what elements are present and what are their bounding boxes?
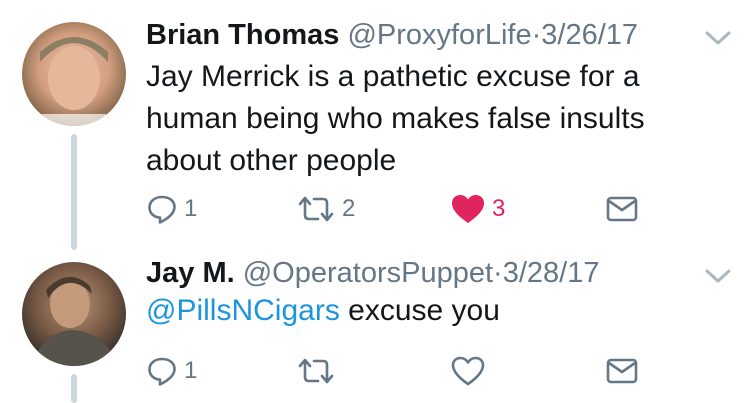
retweet-button[interactable] — [296, 354, 336, 388]
tweet-text-body: excuse you — [339, 294, 500, 327]
chevron-down-icon[interactable] — [704, 266, 732, 286]
message-button[interactable] — [606, 354, 638, 388]
thread-line — [71, 134, 77, 250]
thread-line — [71, 374, 77, 403]
reply-count: 1 — [184, 195, 198, 222]
heart-icon — [452, 195, 484, 223]
username[interactable]: @OperatorsPuppet — [243, 257, 493, 289]
tweet-text: @PillsNCigars excuse you — [146, 290, 726, 332]
reply-count: 1 — [184, 357, 198, 384]
username[interactable]: @ProxyforLife — [347, 19, 531, 51]
chevron-down-icon[interactable] — [704, 28, 732, 48]
envelope-icon — [606, 358, 638, 384]
display-name[interactable]: Brian Thomas — [146, 19, 339, 51]
message-button[interactable] — [606, 192, 638, 226]
avatar[interactable] — [22, 22, 126, 126]
display-name[interactable]: Jay M. — [146, 257, 235, 289]
like-button[interactable] — [450, 354, 486, 388]
tweet-header: Jay M. @OperatorsPuppet·3/28/17 — [146, 256, 599, 290]
retweet-count: 2 — [342, 195, 356, 222]
avatar-image — [40, 37, 108, 126]
tweet-date[interactable]: 3/26/17 — [541, 19, 638, 51]
separator-dot: · — [493, 257, 503, 289]
like-count: 3 — [492, 195, 506, 222]
tweet[interactable]: Brian Thomas @ProxyforLife·3/26/17 Jay M… — [0, 0, 750, 250]
reply-icon — [148, 195, 176, 224]
reply-button[interactable]: 1 — [146, 354, 197, 388]
like-button[interactable]: 3 — [450, 192, 505, 226]
avatar[interactable] — [22, 262, 126, 366]
reply-icon — [148, 357, 176, 386]
envelope-icon — [606, 196, 638, 222]
heart-icon — [451, 356, 485, 386]
retweet-icon — [298, 358, 334, 384]
tweet-text: Jay Merrick is a pathetic excuse for a h… — [146, 60, 645, 177]
separator-dot: · — [531, 19, 542, 51]
avatar-image — [32, 276, 118, 366]
tweet-date[interactable]: 3/28/17 — [503, 257, 600, 289]
retweet-button[interactable]: 2 — [296, 192, 355, 226]
reply-button[interactable]: 1 — [146, 192, 197, 226]
mention-link[interactable]: @PillsNCigars — [146, 294, 340, 327]
retweet-icon — [298, 196, 334, 222]
tweet[interactable]: Jay M. @OperatorsPuppet·3/28/17 @PillsNC… — [0, 250, 750, 403]
tweet-header: Brian Thomas @ProxyforLife·3/26/17 — [146, 18, 638, 52]
